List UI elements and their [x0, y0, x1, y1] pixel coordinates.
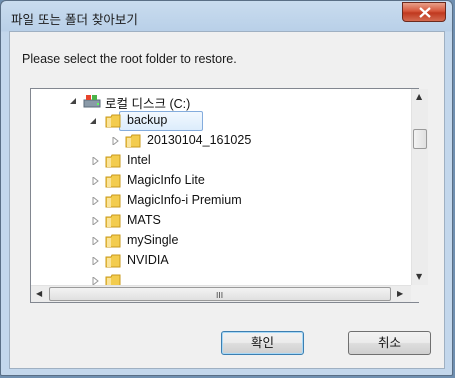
- folder-icon: [105, 254, 121, 268]
- horizontal-scrollbar[interactable]: ◀ III ▶: [31, 285, 411, 302]
- tree-item-label: mySingle: [127, 233, 179, 247]
- tree-item-label: 20130104_161025: [147, 133, 252, 147]
- tree-item-mats[interactable]: MATS: [31, 211, 411, 231]
- tree-item-label: NVIDIA: [127, 253, 169, 267]
- tree-item-mysingle[interactable]: mySingle: [31, 231, 411, 251]
- tree-item-label: Intel: [127, 153, 151, 167]
- tree-item-magicinfo-i-premium[interactable]: MagicInfo-i Premium: [31, 191, 411, 211]
- folder-icon: [105, 194, 121, 208]
- tree-item-label: 로컬 디스크 (C:): [105, 97, 191, 111]
- collapse-arrow-icon[interactable]: [69, 97, 77, 105]
- scroll-down-icon[interactable]: ▼: [416, 272, 422, 281]
- tree-item-intel[interactable]: Intel: [31, 151, 411, 171]
- expand-arrow-icon[interactable]: [91, 157, 99, 165]
- tree-item-label: MagicInfo-i Premium: [127, 193, 242, 207]
- cancel-button[interactable]: 취소: [348, 331, 431, 355]
- horizontal-scroll-thumb[interactable]: III: [49, 287, 391, 301]
- folder-icon: [105, 234, 121, 248]
- tree-item-label: MagicInfo Lite: [127, 173, 205, 187]
- drive-icon: [83, 95, 101, 108]
- expand-arrow-icon[interactable]: [91, 197, 99, 205]
- folder-icon: [125, 134, 141, 148]
- folder-tree[interactable]: 로컬 디스크 (C:) backup 20130104_161025 Intel: [30, 88, 419, 303]
- collapse-arrow-icon[interactable]: [89, 117, 97, 125]
- close-button[interactable]: [402, 2, 446, 22]
- scroll-grip: III: [216, 291, 224, 300]
- scrollbar-corner: [411, 285, 428, 302]
- scroll-left-icon[interactable]: ◀: [36, 289, 42, 298]
- folder-icon: [105, 154, 121, 168]
- close-icon: [419, 7, 431, 18]
- ok-button[interactable]: 확인: [221, 331, 304, 355]
- folder-icon: [105, 114, 121, 128]
- scroll-right-icon[interactable]: ▶: [397, 289, 403, 298]
- title-bar[interactable]: 파일 또는 폴더 찾아보기: [1, 1, 454, 31]
- tree-item-drive[interactable]: 로컬 디스크 (C:): [31, 91, 411, 111]
- tree-item-20130104_161025[interactable]: 20130104_161025: [31, 131, 411, 151]
- folder-icon: [105, 214, 121, 228]
- tree-item-label: MATS: [127, 213, 161, 227]
- instruction-text: Please select the root folder to restore…: [22, 52, 237, 66]
- vertical-scroll-thumb[interactable]: [413, 129, 427, 149]
- expand-arrow-icon[interactable]: [111, 137, 119, 145]
- scroll-up-icon[interactable]: ▲: [416, 92, 422, 101]
- expand-arrow-icon[interactable]: [91, 277, 99, 285]
- dialog-title: 파일 또는 폴더 찾아보기: [11, 12, 138, 27]
- vertical-scrollbar[interactable]: ▲ ▼: [411, 89, 428, 285]
- expand-arrow-icon[interactable]: [91, 177, 99, 185]
- expand-arrow-icon[interactable]: [91, 257, 99, 265]
- expand-arrow-icon[interactable]: [91, 237, 99, 245]
- expand-arrow-icon[interactable]: [91, 217, 99, 225]
- tree-item-nvidia[interactable]: NVIDIA: [31, 251, 411, 271]
- tree-item-backup[interactable]: backup: [31, 111, 411, 131]
- folder-icon: [105, 174, 121, 188]
- tree-item-label: backup: [127, 113, 168, 127]
- tree-item-magicinfo-lite[interactable]: MagicInfo Lite: [31, 171, 411, 191]
